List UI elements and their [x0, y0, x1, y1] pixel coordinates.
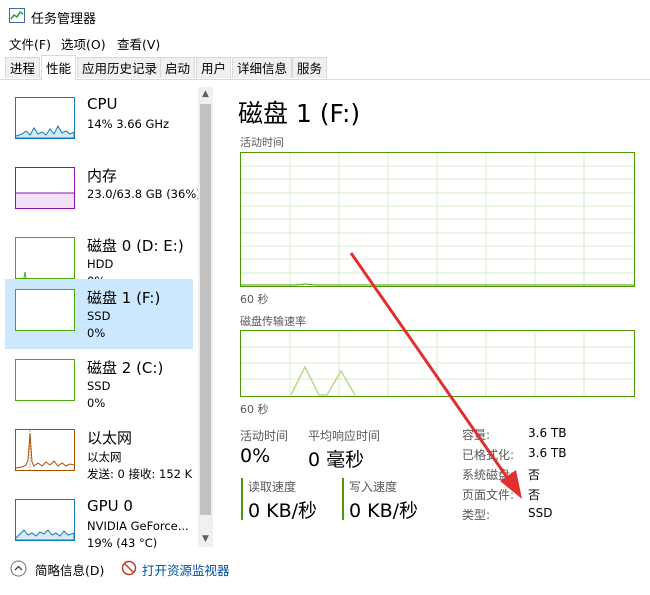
menu-file[interactable]: 文件(F) — [9, 34, 51, 53]
resource-throughput: 发送: 0 接收: 152 K — [87, 467, 193, 481]
page-file-value: 否 — [528, 488, 541, 502]
resource-monitor-icon[interactable] — [121, 560, 137, 576]
tab-bar: 进程 性能 应用历史记录 启动 用户 详细信息 服务 — [0, 55, 650, 80]
tab-processes[interactable]: 进程 — [5, 57, 41, 78]
resource-cpu[interactable]: CPU 14% 3.66 GHz — [5, 87, 193, 157]
transfer-rate-graph — [240, 330, 635, 397]
activity-graph-label: 活动时间 — [240, 136, 284, 149]
resource-type: SSD — [87, 379, 111, 393]
active-time-value: 0% — [240, 445, 271, 467]
resource-detail: 14% 3.66 GHz — [87, 117, 170, 131]
resource-memory[interactable]: 内存 23.0/63.8 GB (36%) — [5, 157, 201, 227]
active-time-label: 活动时间 — [240, 429, 289, 443]
resource-usage: 19% (43 °C) — [87, 536, 158, 550]
open-resource-monitor-link[interactable]: 打开资源监视器 — [142, 560, 230, 579]
ethernet-thumbnail-graph — [15, 429, 75, 471]
resource-title: CPU — [87, 95, 118, 113]
transfer-graph-label: 磁盘传输速率 — [240, 315, 306, 328]
bottom-bar: 简略信息(D) 打开资源监视器 — [0, 555, 650, 583]
tab-performance[interactable]: 性能 — [41, 55, 77, 80]
disk0-thumbnail-graph — [15, 237, 75, 279]
tab-users[interactable]: 用户 — [196, 57, 232, 78]
tab-startup[interactable]: 启动 — [160, 57, 196, 78]
system-disk-label: 系统磁盘: — [462, 468, 515, 482]
read-speed-marker — [241, 478, 243, 520]
system-disk-value: 否 — [528, 468, 541, 482]
disk2-thumbnail-graph — [15, 359, 75, 401]
resource-title: GPU 0 — [87, 497, 133, 515]
resource-title: 磁盘 2 (C:) — [87, 359, 164, 377]
disk1-thumbnail-graph — [15, 289, 75, 331]
capacity-value: 3.6 TB — [528, 426, 567, 440]
resource-type: SSD — [87, 309, 111, 323]
resource-title: 内存 — [87, 167, 118, 185]
response-time-label: 平均响应时间 — [308, 429, 381, 443]
activity-graph-axis: 60 秒 — [240, 293, 269, 306]
write-speed-label: 写入速度 — [349, 480, 398, 494]
menu-bar: 文件(F) 选项(O) 查看(V) — [0, 31, 650, 53]
scroll-down-icon[interactable]: ▼ — [198, 532, 213, 547]
resource-disk-1[interactable]: 磁盘 1 (F:) SSD 0% — [5, 279, 193, 349]
fewer-details-link[interactable]: 简略信息(D) — [35, 560, 104, 579]
memory-thumbnail-graph — [15, 167, 75, 209]
resource-detail: 23.0/63.8 GB (36%) — [87, 187, 201, 201]
resource-type: HDD — [87, 257, 114, 271]
menu-view[interactable]: 查看(V) — [117, 34, 160, 53]
gpu-thumbnail-graph — [15, 499, 75, 541]
resource-model: NVIDIA GeForce... — [87, 519, 189, 533]
chevron-up-circle-icon[interactable] — [10, 560, 27, 577]
resource-usage: 0% — [87, 396, 106, 410]
resource-disk-2[interactable]: 磁盘 2 (C:) SSD 0% — [5, 349, 193, 419]
page-title: 磁盘 1 (F:) — [238, 99, 361, 128]
tab-services[interactable]: 服务 — [292, 57, 328, 78]
menu-options[interactable]: 选项(O) — [61, 34, 106, 53]
resource-usage: 0% — [87, 326, 106, 340]
scrollbar-thumb[interactable] — [200, 104, 211, 515]
title-bar: 任务管理器 — [0, 0, 650, 31]
response-time-value: 0 毫秒 — [308, 449, 365, 471]
page-file-label: 页面文件: — [462, 488, 515, 502]
transfer-graph-axis: 60 秒 — [240, 403, 269, 416]
type-label: 类型: — [462, 508, 491, 522]
cpu-thumbnail-graph — [15, 97, 75, 139]
sidebar-scrollbar[interactable]: ▲ ▼ — [198, 87, 213, 547]
resource-list: CPU 14% 3.66 GHz 内存 23.0/63.8 GB (36%) 磁… — [5, 87, 213, 550]
scroll-up-icon[interactable]: ▲ — [198, 87, 213, 102]
resource-ethernet[interactable]: 以太网 以太网 发送: 0 接收: 152 K — [5, 419, 193, 489]
type-value: SSD — [528, 506, 553, 520]
tab-details[interactable]: 详细信息 — [232, 57, 293, 78]
resource-adapter: 以太网 — [87, 450, 122, 464]
activity-time-graph — [240, 152, 635, 287]
read-speed-label: 读取速度 — [248, 480, 297, 494]
write-speed-marker — [342, 478, 344, 520]
resource-gpu-0[interactable]: GPU 0 NVIDIA GeForce... 19% (43 °C) — [5, 489, 193, 559]
resource-title: 以太网 — [87, 429, 133, 447]
read-speed-value: 0 KB/秒 — [248, 500, 318, 522]
capacity-label: 容量: — [462, 428, 491, 442]
formatted-label: 已格式化: — [462, 448, 515, 462]
write-speed-value: 0 KB/秒 — [349, 500, 419, 522]
task-manager-icon — [9, 8, 25, 23]
tab-app-history[interactable]: 应用历史记录 — [77, 57, 163, 78]
resource-title: 磁盘 0 (D: E:) — [87, 237, 184, 255]
resource-title: 磁盘 1 (F:) — [87, 289, 161, 307]
window-title: 任务管理器 — [31, 12, 97, 27]
formatted-value: 3.6 TB — [528, 446, 567, 460]
